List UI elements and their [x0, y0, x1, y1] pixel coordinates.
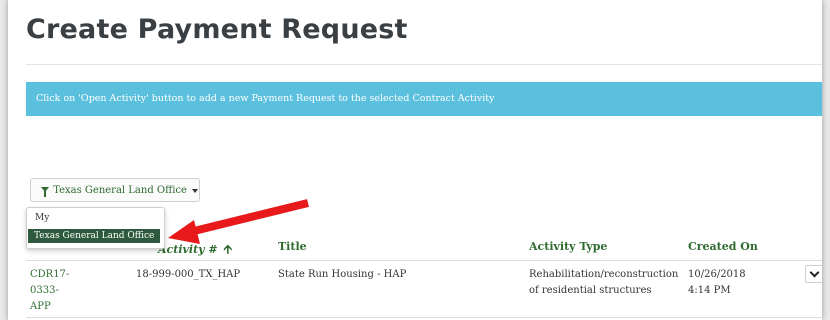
main-window: Create Payment Request Click on 'Open Ac…	[8, 0, 822, 320]
red-arrow-annotation	[168, 199, 309, 244]
